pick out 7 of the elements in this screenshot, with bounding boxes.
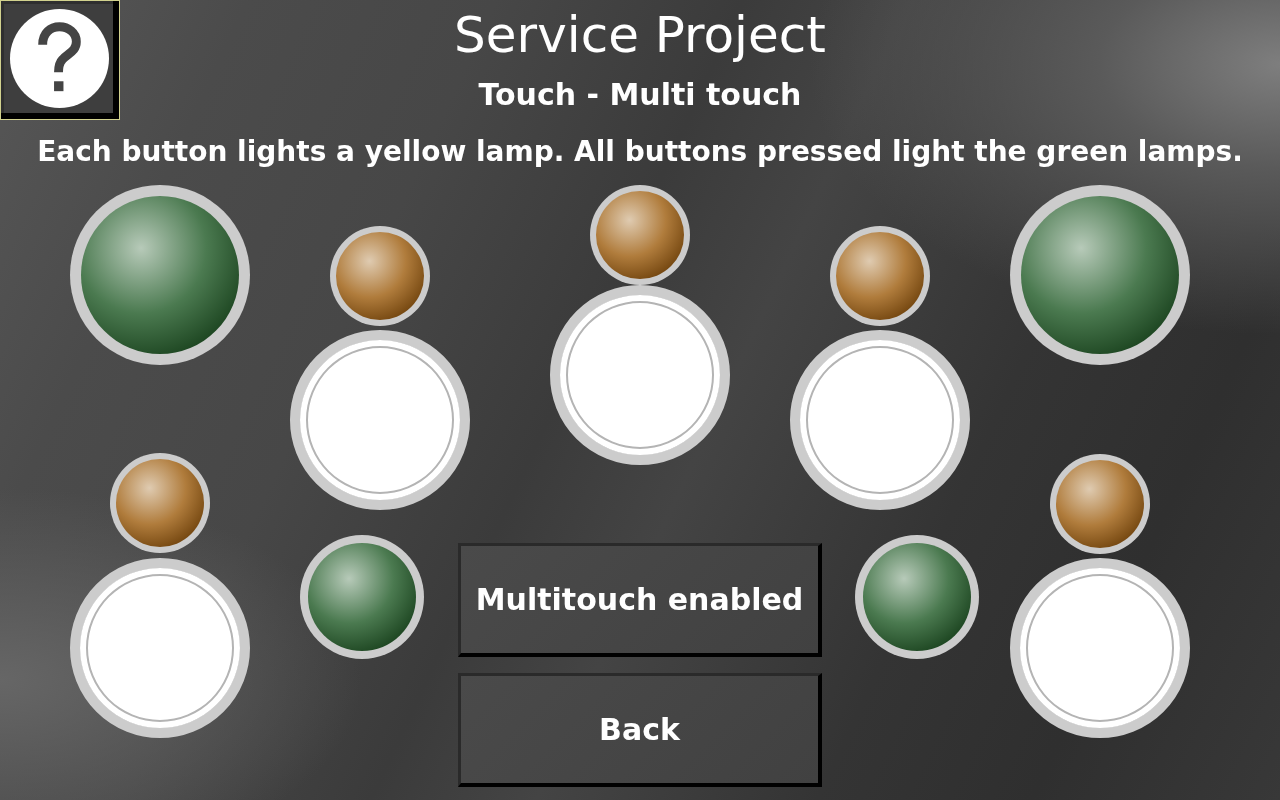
help-icon bbox=[9, 8, 109, 108]
screen-subtitle: Touch - Multi touch bbox=[478, 80, 802, 110]
command-button[interactable]: Multitouch enabled bbox=[458, 543, 822, 657]
instruction-text: Each button lights a yellow lamp. All buttons pressed light the green lamps. bbox=[37, 138, 1243, 166]
command-button[interactable]: Back bbox=[458, 673, 822, 787]
screen-title: Service Project bbox=[454, 10, 826, 60]
help-button[interactable] bbox=[0, 0, 120, 120]
